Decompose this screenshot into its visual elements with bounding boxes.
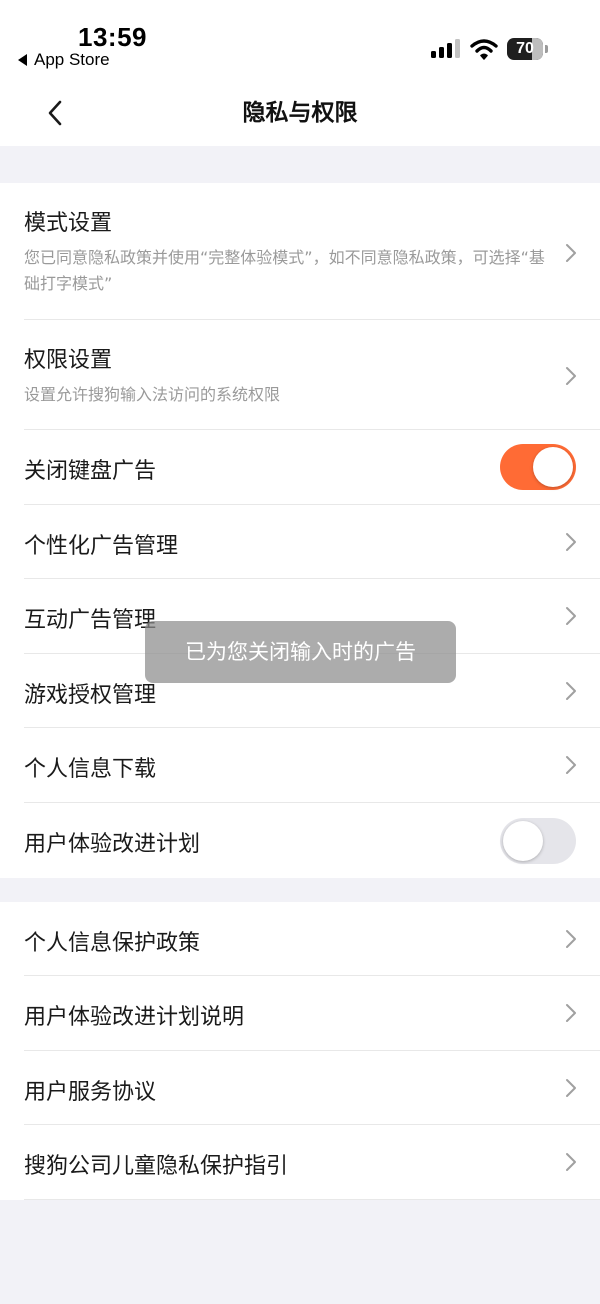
toggle-knob <box>533 447 573 487</box>
settings-section-policies: 个人信息保护政策 用户体验改进计划说明 用户服务协议 搜狗公司儿童隐私保护指引 <box>0 902 600 1200</box>
row-personal-info-download[interactable]: 个人信息下载 <box>0 728 600 803</box>
game-authorization-label: 游戏授权管理 <box>24 683 157 708</box>
battery-tip <box>545 45 548 53</box>
chevron-right-icon <box>566 930 576 948</box>
chevron-right-icon <box>566 244 576 262</box>
chevron-right-icon <box>566 1079 576 1097</box>
mode-settings-label: 模式设置 <box>24 211 113 236</box>
chevron-right-icon <box>566 607 576 625</box>
interactive-ads-label: 互动广告管理 <box>24 608 157 633</box>
row-mode-settings[interactable]: 模式设置 您已同意隐私政策并使用“完整体验模式”，如不同意隐私政策，可选择“基础… <box>0 183 600 320</box>
chevron-right-icon <box>566 1153 576 1171</box>
row-personalized-ads[interactable]: 个性化广告管理 <box>0 505 600 579</box>
battery-level: 70 <box>516 40 534 57</box>
row-child-privacy-guide[interactable]: 搜狗公司儿童隐私保护指引 <box>0 1125 600 1200</box>
ux-improvement-plan-toggle[interactable] <box>500 818 576 864</box>
settings-section-main: 模式设置 您已同意隐私政策并使用“完整体验模式”，如不同意隐私政策，可选择“基础… <box>0 183 600 878</box>
row-permission-settings[interactable]: 权限设置 设置允许搜狗输入法访问的系统权限 <box>0 320 600 430</box>
back-triangle-icon <box>18 54 27 66</box>
battery-icon: 70 <box>507 38 549 60</box>
chevron-right-icon <box>566 367 576 385</box>
chevron-right-icon <box>566 533 576 551</box>
chevron-right-icon <box>566 756 576 774</box>
permission-settings-desc: 设置允许搜狗输入法访问的系统权限 <box>24 385 281 404</box>
back-chevron-icon[interactable] <box>40 96 72 130</box>
ux-improvement-plan-label: 用户体验改进计划 <box>24 832 201 857</box>
child-privacy-guide-label: 搜狗公司儿童隐私保护指引 <box>24 1154 289 1179</box>
row-service-agreement[interactable]: 用户服务协议 <box>0 1051 600 1125</box>
status-bar: 13:59 App Store 70 <box>0 0 600 80</box>
close-keyboard-ads-label: 关闭键盘广告 <box>24 459 157 484</box>
toggle-knob <box>503 821 543 861</box>
row-divider <box>24 1199 600 1200</box>
ux-plan-description-label: 用户体验改进计划说明 <box>24 1005 245 1030</box>
status-time: 13:59 <box>78 22 147 52</box>
row-close-keyboard-ads: 关闭键盘广告 <box>0 430 600 505</box>
battery-body: 70 <box>507 38 543 60</box>
chevron-right-icon <box>566 682 576 700</box>
mode-settings-desc: 您已同意隐私政策并使用“完整体验模式”，如不同意隐私政策，可选择“基础打字模式” <box>24 248 545 293</box>
page-title: 隐私与权限 <box>242 100 358 126</box>
service-agreement-label: 用户服务协议 <box>24 1080 157 1105</box>
privacy-policy-label: 个人信息保护政策 <box>24 931 201 956</box>
close-keyboard-ads-toggle[interactable] <box>500 444 576 490</box>
row-privacy-policy[interactable]: 个人信息保护政策 <box>0 902 600 976</box>
wifi-icon <box>470 39 498 60</box>
personalized-ads-label: 个性化广告管理 <box>24 534 179 559</box>
permission-settings-label: 权限设置 <box>24 348 113 373</box>
back-app-label: App Store <box>34 50 110 69</box>
personal-info-download-label: 个人信息下载 <box>24 757 157 782</box>
row-ux-plan-description[interactable]: 用户体验改进计划说明 <box>0 976 600 1051</box>
toast-message: 已为您关闭输入时的广告 <box>145 621 456 683</box>
chevron-right-icon <box>566 1004 576 1022</box>
cellular-signal-icon <box>431 39 460 58</box>
row-ux-improvement-plan: 用户体验改进计划 <box>0 803 600 878</box>
navigation-bar: 隐私与权限 <box>0 80 600 146</box>
back-to-app-store-link[interactable]: App Store <box>18 50 110 70</box>
